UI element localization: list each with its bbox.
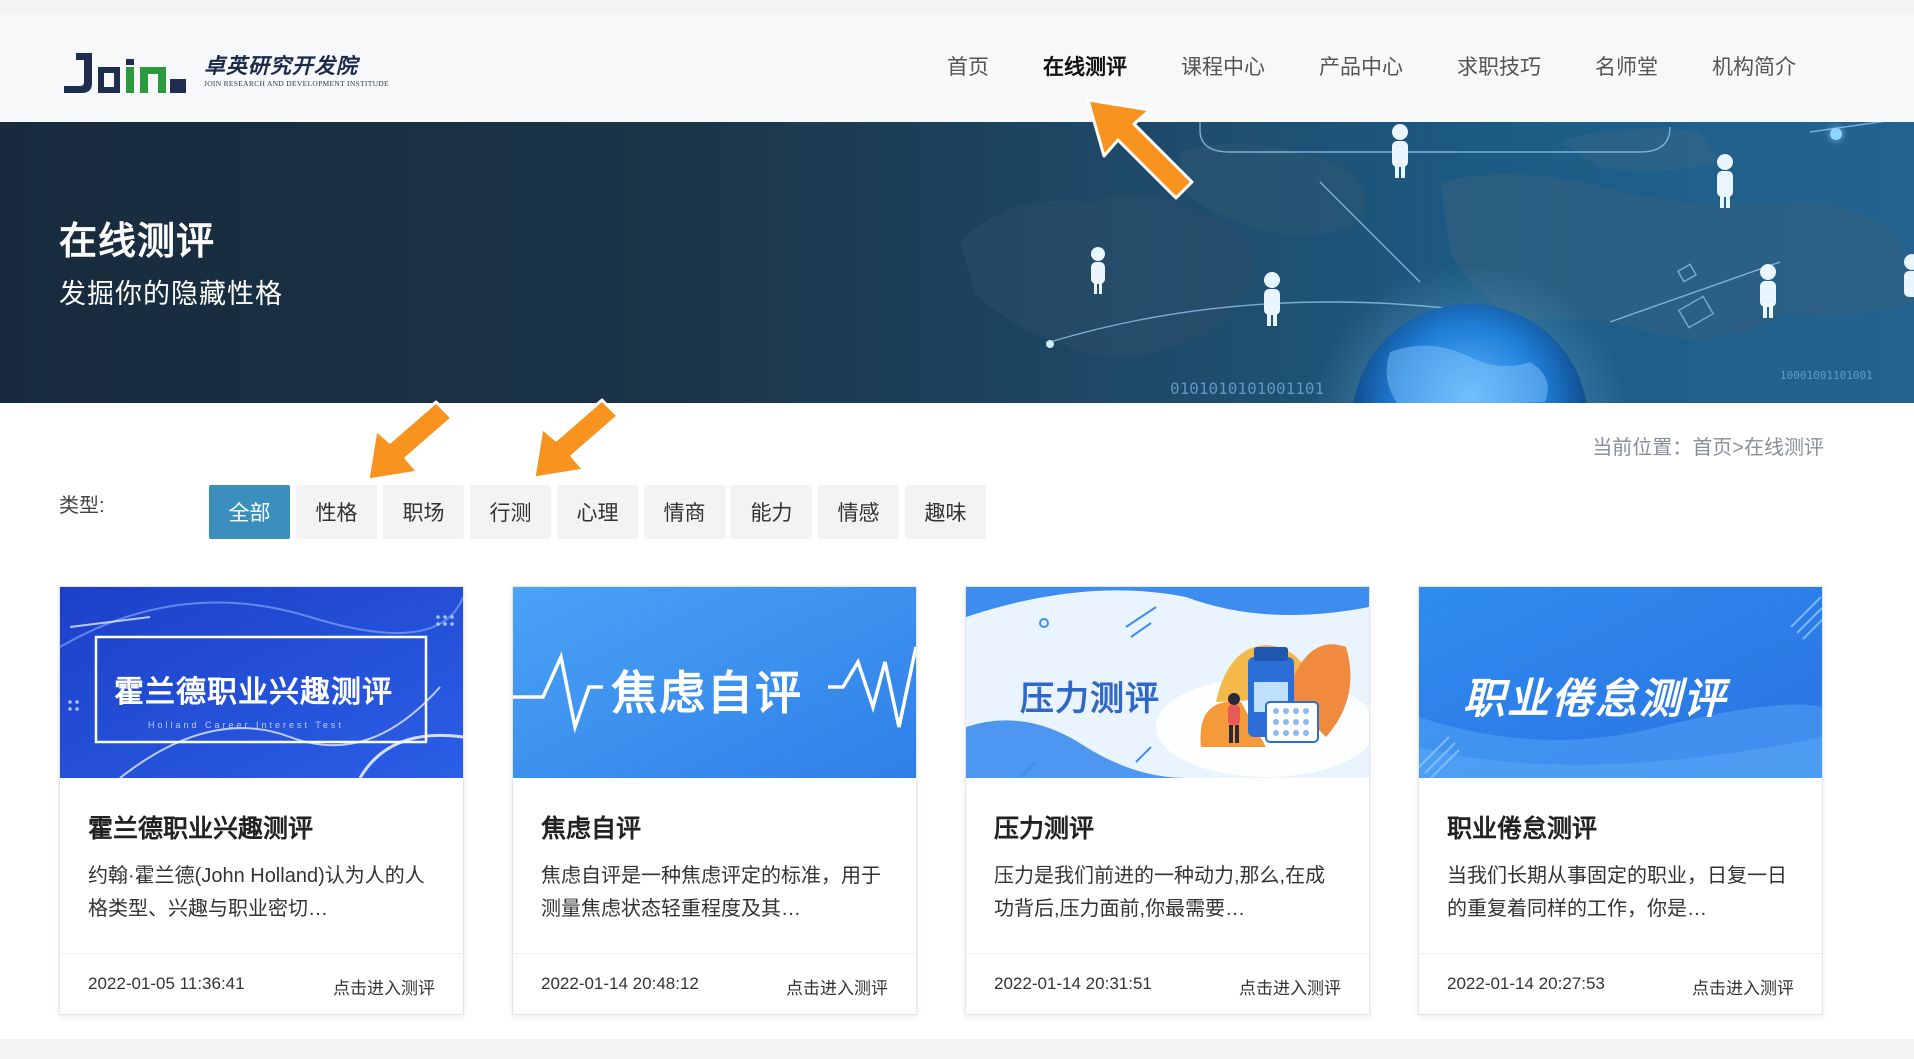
breadcrumb-prefix: 当前位置： <box>1592 437 1693 459</box>
hero-banner: 0101010101001101 10001001101001 在线测评 发掘你… <box>0 122 1914 403</box>
main-content: 当前位置：首页>在线测评 类型: 全部 性格 职场 行测 心理 情商 能力 情感… <box>0 403 1914 1039</box>
binary-text-1: 0101010101001101 <box>1170 379 1324 398</box>
card-enter-link[interactable]: 点击进入测评 <box>1239 974 1341 999</box>
assessment-card-anxiety[interactable]: 焦虑自评 焦虑自评 焦虑自评是一种焦虑评定的标准，用于测量焦虑状态轻重程度及其…… <box>512 586 917 1015</box>
card-image-anxiety: 焦虑自评 <box>513 587 916 778</box>
site-header: 卓英研究开发院 JOIN RESEARCH AND DEVELOPMENT IN… <box>0 14 1914 122</box>
filter-label: 类型: <box>59 495 105 517</box>
card-image-stress: 压力测评 <box>966 587 1369 778</box>
annotation-arrow-icon <box>366 400 454 482</box>
annotation-arrow-icon <box>1086 98 1194 200</box>
card-title[interactable]: 职业倦怠测评 <box>1447 809 1597 845</box>
filter-chip-aptitude[interactable]: 行测 <box>470 485 551 539</box>
card-date: 2022-01-05 11:36:41 <box>88 974 245 993</box>
logo-text: 卓英研究开发院 JOIN RESEARCH AND DEVELOPMENT IN… <box>204 54 389 90</box>
banner-subtitle: 发掘你的隐藏性格 <box>59 279 283 309</box>
card-image-text-anxiety: 焦虑自评 <box>611 667 803 719</box>
card-title[interactable]: 霍兰德职业兴趣测评 <box>88 809 313 845</box>
filter-chip-fun[interactable]: 趣味 <box>905 485 986 539</box>
card-image-burnout: 职业倦怠测评 <box>1419 587 1822 778</box>
assessment-card-stress[interactable]: 压力测评 压力测评 压力是我们前进的一种动力,那么,在成功背后,压力面前,你最需… <box>965 586 1370 1015</box>
brand-name-en: JOIN RESEARCH AND DEVELOPMENT INSTITUDE <box>204 79 389 88</box>
card-date: 2022-01-14 20:27:53 <box>1447 974 1605 993</box>
nav-item-job-tips[interactable]: 求职技巧 <box>1457 14 1541 122</box>
card-description: 约翰·霍兰德(John Holland)认为人的人格类型、兴趣与职业密切… <box>88 865 425 920</box>
card-image-text-burnout: 职业倦怠测评 <box>1463 675 1728 722</box>
brand-name-cn: 卓英研究开发院 <box>204 53 358 78</box>
filter-chip-all[interactable]: 全部 <box>209 485 290 539</box>
card-image-holland: 霍兰德职业兴趣测评 Holland Career Interest Test <box>60 587 463 778</box>
annotation-arrow-icon <box>532 398 620 480</box>
filter-chip-psychology[interactable]: 心理 <box>557 485 638 539</box>
assessment-card-burnout[interactable]: 职业倦怠测评 职业倦怠测评 当我们长期从事固定的职业，日复一日的重复着同样的工作… <box>1418 586 1823 1015</box>
card-image-text-stress: 压力测评 <box>1020 680 1160 718</box>
card-footer: 2022-01-05 11:36:41 点击进入测评 <box>60 953 463 1015</box>
site-logo[interactable]: 卓英研究开发院 JOIN RESEARCH AND DEVELOPMENT IN… <box>62 44 389 100</box>
card-image-text-holland: 霍兰德职业兴趣测评 <box>114 676 393 709</box>
world-map-illustration: 0101010101001101 10001001101001 <box>960 122 1914 403</box>
category-filter: 全部 性格 职场 行测 心理 情商 能力 情感 趣味 <box>209 485 992 539</box>
logo-wordmark <box>62 44 190 100</box>
breadcrumb: 当前位置：首页>在线测评 <box>1592 431 1824 460</box>
card-title[interactable]: 压力测评 <box>994 809 1094 845</box>
binary-text-2: 10001001101001 <box>1780 369 1873 382</box>
filter-chip-eq[interactable]: 情商 <box>644 485 725 539</box>
page: 卓英研究开发院 JOIN RESEARCH AND DEVELOPMENT IN… <box>0 0 1914 1059</box>
nav-item-products[interactable]: 产品中心 <box>1319 14 1403 122</box>
breadcrumb-path[interactable]: 首页>在线测评 <box>1692 437 1824 459</box>
card-date: 2022-01-14 20:48:12 <box>541 974 699 993</box>
card-enter-link[interactable]: 点击进入测评 <box>333 974 435 999</box>
main-nav: 首页 在线测评 课程中心 产品中心 求职技巧 名师堂 机构简介 <box>893 14 1796 122</box>
assessment-card-list: 霍兰德职业兴趣测评 Holland Career Interest Test 霍… <box>59 586 1823 1015</box>
card-description: 压力是我们前进的一种动力,那么,在成功背后,压力面前,你最需要… <box>994 865 1326 920</box>
card-image-subtext-holland: Holland Career Interest Test <box>148 720 344 730</box>
card-footer: 2022-01-14 20:27:53 点击进入测评 <box>1419 953 1822 1015</box>
filter-chip-ability[interactable]: 能力 <box>731 485 812 539</box>
card-footer: 2022-01-14 20:31:51 点击进入测评 <box>966 953 1369 1015</box>
card-enter-link[interactable]: 点击进入测评 <box>786 974 888 999</box>
filter-chip-workplace[interactable]: 职场 <box>383 485 464 539</box>
card-title[interactable]: 焦虑自评 <box>541 809 641 845</box>
card-description: 当我们长期从事固定的职业，日复一日的重复着同样的工作，你是… <box>1447 865 1787 920</box>
nav-item-home[interactable]: 首页 <box>947 14 989 122</box>
card-enter-link[interactable]: 点击进入测评 <box>1692 974 1794 999</box>
nav-item-about[interactable]: 机构简介 <box>1712 14 1796 122</box>
banner-title: 在线测评 <box>59 221 216 263</box>
filter-chip-personality[interactable]: 性格 <box>296 485 377 539</box>
nav-item-teachers[interactable]: 名师堂 <box>1595 14 1658 122</box>
card-description: 焦虑自评是一种焦虑评定的标准，用于测量焦虑状态轻重程度及其… <box>541 865 881 920</box>
filter-chip-emotion[interactable]: 情感 <box>818 485 899 539</box>
card-date: 2022-01-14 20:31:51 <box>994 974 1152 993</box>
logo-join-icon <box>64 53 186 93</box>
card-footer: 2022-01-14 20:48:12 点击进入测评 <box>513 953 916 1015</box>
assessment-card-holland[interactable]: 霍兰德职业兴趣测评 Holland Career Interest Test 霍… <box>59 586 464 1015</box>
